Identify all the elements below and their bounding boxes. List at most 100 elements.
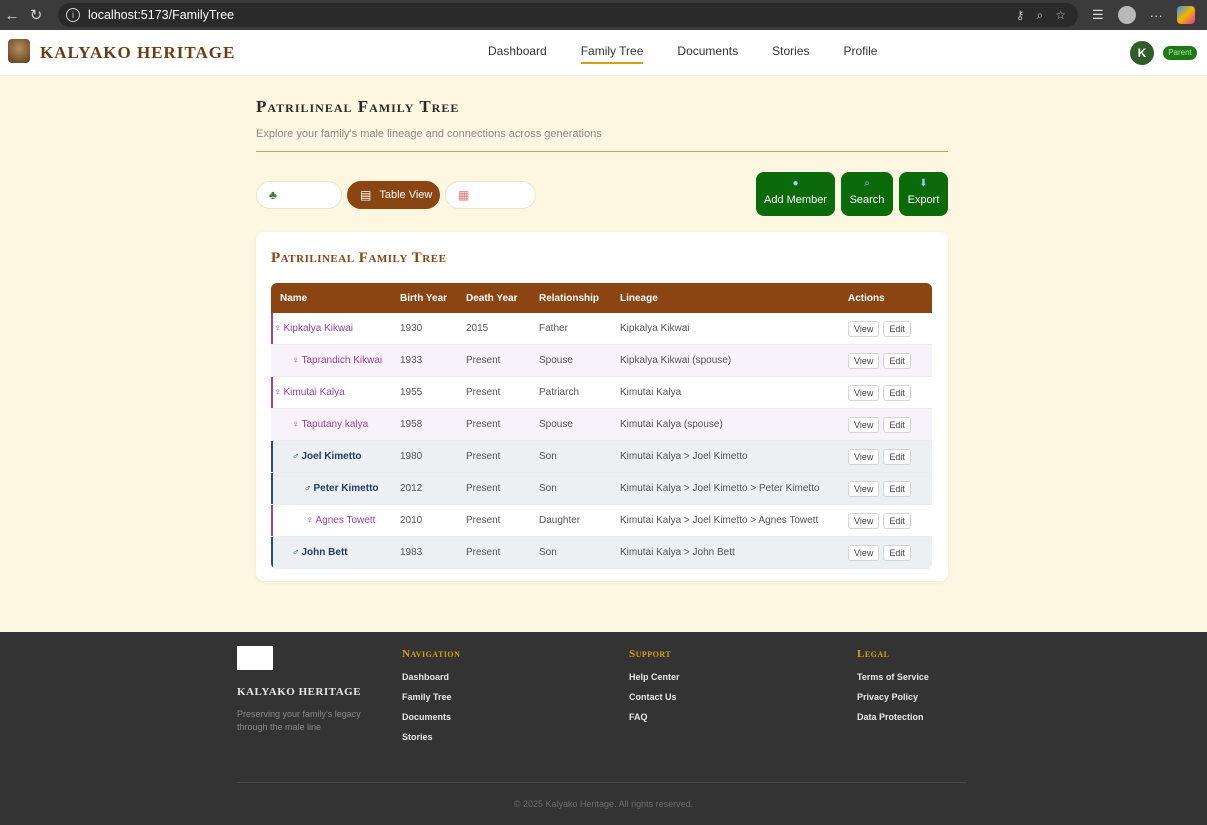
- view-button[interactable]: View: [848, 480, 880, 497]
- lineage-marker: [271, 473, 273, 504]
- search-button[interactable]: ⌕ Search: [841, 172, 893, 216]
- footer-navigation-title: Navigation: [402, 648, 461, 660]
- col-relationship: Relationship: [539, 292, 600, 304]
- nav-family-tree[interactable]: Family Tree: [580, 44, 644, 64]
- member-name[interactable]: Joel Kimetto: [302, 451, 362, 462]
- table-row: ♀ Taputany kalya 1958 Present Spouse Kimutai …: [271, 409, 932, 441]
- edit-button[interactable]: Edit: [883, 320, 911, 337]
- key-icon[interactable]: ⚷: [1016, 8, 1025, 23]
- nav-stories[interactable]: Stories: [772, 44, 809, 64]
- site-info-icon[interactable]: i: [66, 8, 80, 22]
- view-button[interactable]: View: [848, 448, 880, 465]
- favorite-star-icon[interactable]: ☆: [1055, 8, 1066, 23]
- member-name[interactable]: John Bett: [302, 547, 348, 558]
- row-actions: View Edit: [848, 345, 911, 376]
- row-actions: View Edit: [848, 505, 911, 536]
- lineage: Kipkalya Kikwai (spouse): [620, 355, 732, 366]
- footer-divider: [237, 782, 966, 783]
- reload-icon[interactable]: ↻: [24, 6, 48, 24]
- browser-profile-icon[interactable]: [1117, 6, 1136, 24]
- footer-navigation: Navigation Dashboard Family Tree Documen…: [402, 648, 460, 752]
- footer-link-stories[interactable]: Stories: [402, 732, 460, 752]
- table-view-button[interactable]: ▤ Table View: [347, 181, 440, 209]
- member-name[interactable]: Agnes Towett: [316, 515, 376, 526]
- nav-profile[interactable]: Profile: [843, 44, 877, 64]
- relationship: Father: [539, 323, 568, 334]
- member-name[interactable]: Peter Kimetto: [314, 483, 379, 494]
- edit-button[interactable]: Edit: [883, 352, 911, 369]
- nav-documents[interactable]: Documents: [677, 44, 738, 64]
- lineage-marker: [271, 313, 273, 344]
- death-year: Present: [466, 419, 501, 430]
- relationship: Daughter: [539, 515, 581, 526]
- view-button[interactable]: View: [848, 416, 880, 433]
- footer-link-family-tree[interactable]: Family Tree: [402, 692, 460, 712]
- footer-link-documents[interactable]: Documents: [402, 712, 460, 732]
- back-arrow-icon[interactable]: ←: [0, 7, 24, 24]
- tree-view-button[interactable]: ♣: [256, 181, 342, 209]
- add-member-label: Add Member: [764, 194, 827, 206]
- brand-logo-icon[interactable]: [8, 39, 30, 63]
- copilot-icon[interactable]: [1176, 6, 1195, 24]
- nav-dashboard[interactable]: Dashboard: [488, 44, 547, 64]
- view-button[interactable]: View: [848, 352, 880, 369]
- footer-link-contact-us[interactable]: Contact Us: [629, 692, 680, 712]
- more-menu-icon[interactable]: ···: [1150, 8, 1163, 23]
- member-name[interactable]: Taprandich Kikwai: [302, 355, 383, 366]
- birth-year: 1980: [400, 451, 423, 462]
- member-name[interactable]: Taputany kalya: [302, 419, 369, 430]
- edit-button[interactable]: Edit: [883, 480, 911, 497]
- footer-support-title: Support: [629, 648, 672, 660]
- user-avatar[interactable]: K: [1130, 41, 1154, 65]
- gender-icon: ♂: [304, 483, 312, 494]
- edit-button[interactable]: Edit: [883, 448, 911, 465]
- add-member-button[interactable]: ● Add Member: [756, 172, 835, 216]
- edit-button[interactable]: Edit: [883, 512, 911, 529]
- lineage-marker: [271, 441, 273, 472]
- table-body: ♀ Kipkalya Kikwai 1930 2015 Father Kipkalya K…: [271, 313, 932, 569]
- member-name-cell: ♀ Kipkalya Kikwai: [274, 313, 353, 344]
- col-death-year: Death Year: [466, 292, 518, 304]
- edit-button[interactable]: Edit: [883, 384, 911, 401]
- lineage: Kipkalya Kikwai: [620, 323, 690, 334]
- copyright-text: © 2025 Kalyako Heritage. All rights rese…: [513, 799, 694, 809]
- document-icon: ▦: [458, 188, 470, 202]
- export-label: Export: [907, 194, 940, 206]
- footer-link-dashboard[interactable]: Dashboard: [402, 672, 460, 692]
- document-view-button[interactable]: ▦: [445, 181, 536, 209]
- edit-button[interactable]: Edit: [883, 544, 911, 561]
- member-name[interactable]: Kimutai Kalya: [284, 387, 345, 398]
- view-button[interactable]: View: [848, 384, 880, 401]
- export-button[interactable]: ⬇ Export: [899, 172, 948, 216]
- search-label: Search: [849, 194, 885, 206]
- footer-link-terms[interactable]: Terms of Service: [857, 672, 929, 692]
- table-row: ♂ Joel Kimetto 1980 Present Son Kimutai Kalya…: [271, 441, 932, 473]
- footer-link-data-protection[interactable]: Data Protection: [857, 712, 929, 732]
- footer-link-faq[interactable]: FAQ: [629, 712, 680, 732]
- view-button[interactable]: View: [848, 544, 880, 561]
- footer-link-privacy[interactable]: Privacy Policy: [857, 692, 929, 712]
- edit-button[interactable]: Edit: [883, 416, 911, 433]
- download-icon: ⬇: [919, 178, 928, 189]
- table-row: ♀ Agnes Towett 2010 Present Daughter Kimutai …: [271, 505, 932, 537]
- footer-legal: Legal Terms of Service Privacy Policy Da…: [857, 648, 929, 732]
- footer-tagline: Preserving your family's legacy through …: [237, 709, 361, 732]
- add-user-icon: ●: [792, 178, 799, 189]
- family-table: Name Birth Year Death Year Relationship …: [271, 283, 932, 569]
- member-name[interactable]: Kipkalya Kikwai: [284, 323, 353, 334]
- footer-link-help-center[interactable]: Help Center: [629, 672, 680, 692]
- col-birth-year: Birth Year: [400, 292, 448, 304]
- death-year: 2015: [466, 323, 489, 334]
- favorites-icon[interactable]: ☰: [1092, 7, 1104, 23]
- table-row: ♀ Kipkalya Kikwai 1930 2015 Father Kipkalya K…: [271, 313, 932, 345]
- view-button[interactable]: View: [848, 320, 880, 337]
- search-icon: ⌕: [864, 178, 870, 189]
- brand-name[interactable]: KALYAKO HERITAGE: [40, 43, 235, 63]
- table-row: ♂ Peter Kimetto 2012 Present Son Kimutai Kaly…: [271, 473, 932, 505]
- member-name-cell: ♀ Taprandich Kikwai: [292, 345, 382, 376]
- zoom-icon[interactable]: ⌕: [1037, 8, 1044, 23]
- view-button[interactable]: View: [848, 512, 880, 529]
- gender-icon: ♀: [274, 387, 282, 398]
- address-bar[interactable]: i localhost:5173/FamilyTree ⚷ ⌕ ☆: [58, 3, 1078, 27]
- url-text[interactable]: localhost:5173/FamilyTree: [88, 8, 234, 22]
